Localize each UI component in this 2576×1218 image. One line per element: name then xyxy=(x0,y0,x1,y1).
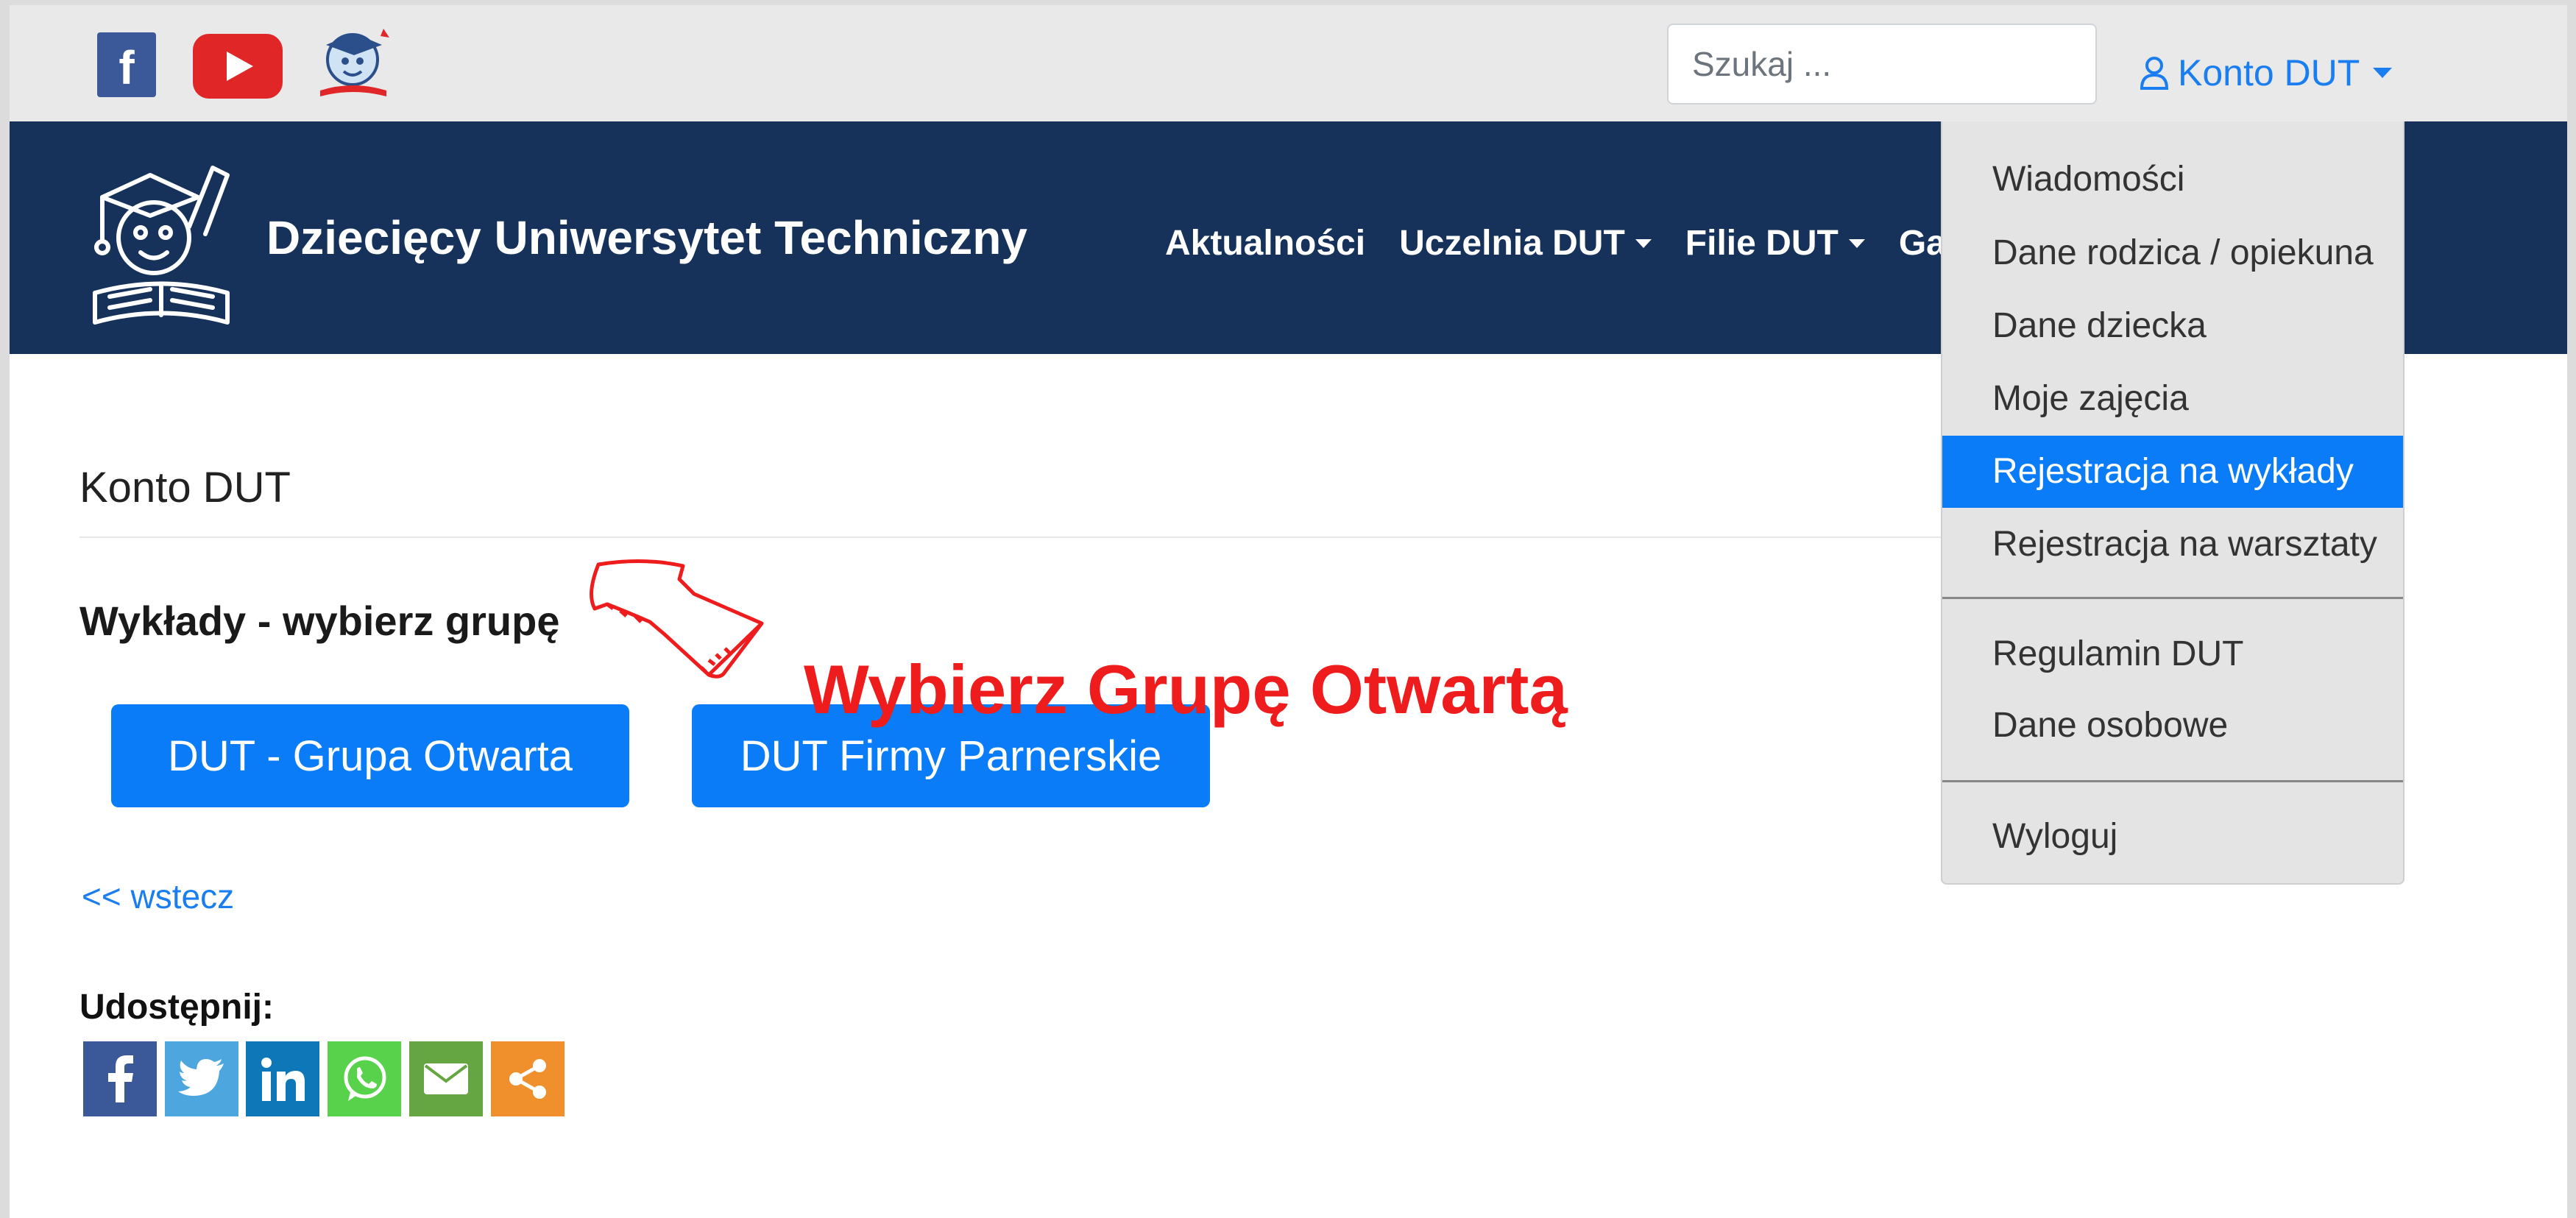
nav-item-label: Filie DUT xyxy=(1685,224,1839,263)
nav-item-aktualnosci[interactable]: Aktualności xyxy=(1165,223,1365,263)
nav-item-filie-dut[interactable]: Filie DUT xyxy=(1685,223,1865,263)
page: f Konto DUT xyxy=(10,5,2567,1218)
nav-item-label: Uczelnia DUT xyxy=(1399,224,1625,263)
chevron-down-icon xyxy=(1635,238,1652,248)
search-input[interactable] xyxy=(1667,24,2097,105)
share-icon[interactable] xyxy=(491,1041,565,1116)
chevron-down-icon xyxy=(1848,238,1865,248)
email-share-icon[interactable] xyxy=(409,1041,483,1116)
nav-item-uczelnia-dut[interactable]: Uczelnia DUT xyxy=(1399,223,1652,263)
whatsapp-share-icon[interactable] xyxy=(328,1041,401,1116)
account-dropdown-toggle[interactable]: Konto DUT xyxy=(2140,51,2393,95)
dut-logo-small-icon[interactable] xyxy=(310,23,398,104)
linkedin-share-icon[interactable] xyxy=(246,1041,319,1116)
youtube-icon[interactable] xyxy=(193,34,283,99)
top-bar: f Konto DUT xyxy=(10,5,2567,121)
section-title: Wykłady - wybierz grupę xyxy=(79,598,560,644)
divider xyxy=(79,537,1956,538)
red-arrow-annotation-icon xyxy=(590,559,764,679)
menu-item-regulamin[interactable]: Regulamin DUT xyxy=(1942,618,2403,690)
nav-menu: Aktualności Uczelnia DUT Filie DUT Galer… xyxy=(1165,223,2053,263)
dut-logo-icon[interactable] xyxy=(80,146,242,334)
menu-item-dane-rodzica[interactable]: Dane rodzica / opiekuna xyxy=(1942,217,2403,289)
nav-item-label: Aktualności xyxy=(1165,224,1366,263)
group-open-button[interactable]: DUT - Grupa Otwarta xyxy=(111,704,629,807)
annotation-text: Wybierz Grupę Otwartą xyxy=(804,651,1568,728)
menu-divider xyxy=(1942,780,2403,782)
menu-divider xyxy=(1942,597,2403,599)
facebook-icon[interactable]: f xyxy=(97,32,156,97)
facebook-share-icon[interactable] xyxy=(83,1041,157,1116)
page-title: Konto DUT xyxy=(79,464,291,511)
back-link[interactable]: << wstecz xyxy=(82,877,234,916)
menu-item-wiadomosci[interactable]: Wiadomości xyxy=(1942,144,2403,216)
menu-item-wyloguj[interactable]: Wyloguj xyxy=(1942,801,2403,873)
share-label: Udostępnij: xyxy=(79,988,274,1027)
account-label: Konto DUT xyxy=(2178,52,2360,93)
menu-item-dane-dziecka[interactable]: Dane dziecka xyxy=(1942,290,2403,362)
account-dropdown-menu: Wiadomości Dane rodzica / opiekuna Dane … xyxy=(1941,121,2405,885)
site-title[interactable]: Dziecięcy Uniwersytet Techniczny xyxy=(266,210,1027,265)
menu-item-rejestracja-warsztaty[interactable]: Rejestracja na warsztaty xyxy=(1942,509,2403,581)
user-icon xyxy=(2140,57,2169,90)
twitter-share-icon[interactable] xyxy=(165,1041,238,1116)
menu-item-rejestracja-wyklady[interactable]: Rejestracja na wykłady xyxy=(1942,436,2403,508)
chevron-down-icon xyxy=(2373,68,2393,78)
menu-item-dane-osobowe[interactable]: Dane osobowe xyxy=(1942,690,2403,762)
menu-item-moje-zajecia[interactable]: Moje zajęcia xyxy=(1942,363,2403,435)
